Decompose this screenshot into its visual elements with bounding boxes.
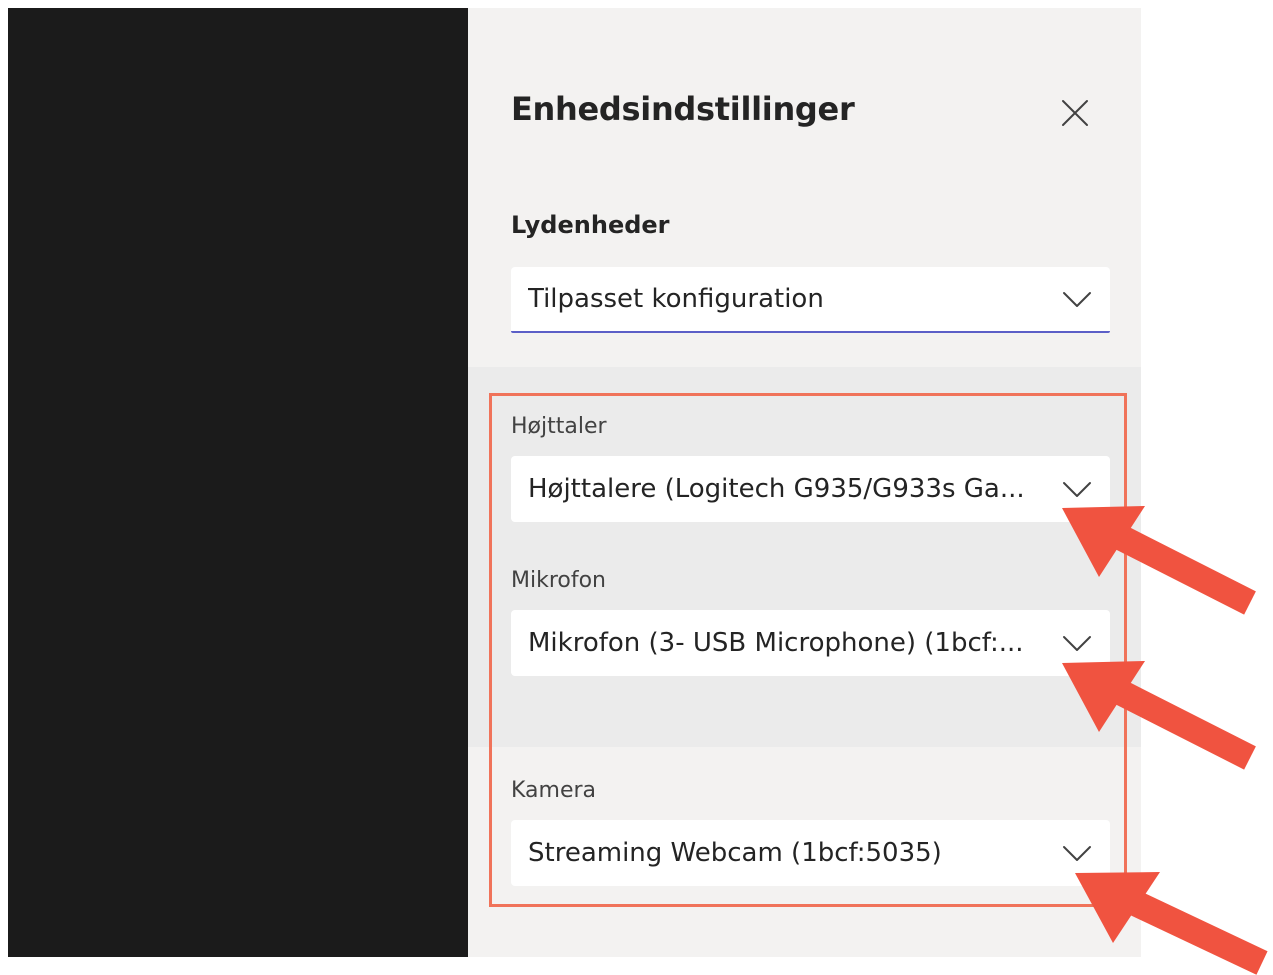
microphone-value: Mikrofon (3- USB Microphone) (1bcf:...	[528, 628, 1024, 658]
close-button[interactable]	[1055, 93, 1095, 133]
camera-dropdown[interactable]: Streaming Webcam (1bcf:5035)	[511, 820, 1110, 886]
close-icon	[1062, 100, 1088, 126]
chevron-down-icon	[1063, 636, 1091, 651]
speaker-value: Højttalere (Logitech G935/G933s Ga...	[528, 474, 1025, 504]
chevron-down-icon	[1063, 846, 1091, 861]
speaker-dropdown[interactable]: Højttalere (Logitech G935/G933s Ga...	[511, 456, 1110, 522]
chevron-down-icon	[1063, 292, 1091, 307]
audio-config-dropdown[interactable]: Tilpasset konfiguration	[511, 267, 1110, 333]
device-settings-panel: Enhedsindstillinger Lydenheder Tilpasset…	[468, 8, 1141, 957]
audio-config-value: Tilpasset konfiguration	[528, 284, 824, 314]
camera-label: Kamera	[511, 778, 597, 803]
panel-title: Enhedsindstillinger	[511, 90, 855, 128]
speaker-label: Højttaler	[511, 414, 607, 439]
audio-devices-label: Lydenheder	[511, 211, 670, 239]
microphone-dropdown[interactable]: Mikrofon (3- USB Microphone) (1bcf:...	[511, 610, 1110, 676]
camera-value: Streaming Webcam (1bcf:5035)	[528, 838, 942, 868]
microphone-label: Mikrofon	[511, 568, 607, 593]
dark-background-panel	[8, 8, 468, 957]
chevron-down-icon	[1063, 482, 1091, 497]
